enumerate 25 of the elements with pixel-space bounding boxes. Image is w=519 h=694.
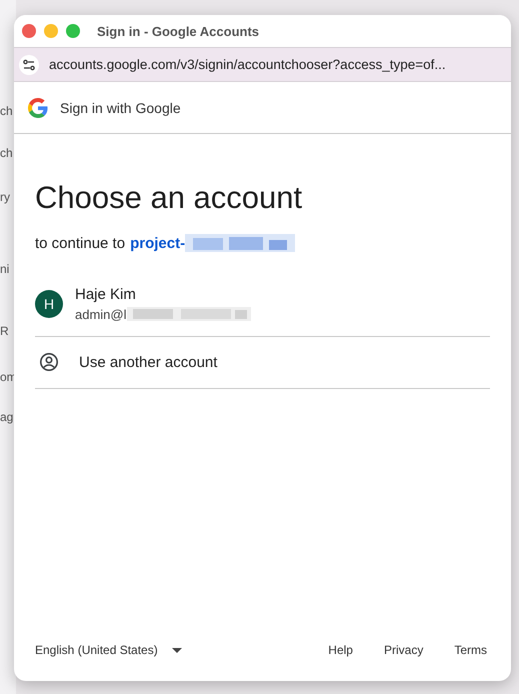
account-circle-icon [39,352,59,372]
caret-icon [172,648,182,652]
subtitle-text: to continue to [35,234,126,252]
background-text: ry [0,190,10,204]
footer-link[interactable]: Terms [454,643,487,657]
background-text: ni [0,262,10,276]
footer-link[interactable]: Privacy [384,643,424,657]
footer-link[interactable]: Help [328,643,353,657]
background-text: R [0,324,9,338]
url-text: accounts.google.com/v3/signin/accountchooser?access_type=of... [49,57,446,72]
background-text: ag [0,410,14,424]
avatar: H [35,290,63,318]
site-settings-icon[interactable] [19,54,39,74]
header-title: Sign in with Google [60,100,181,116]
window-title: Sign in - Google Accounts [97,24,260,38]
page-heading: Choose an account [35,180,304,216]
account-item[interactable]: H Haje Kim admin@l [35,286,490,337]
use-another-account-item[interactable]: Use another account [35,337,490,389]
background-text: ch [0,104,13,118]
language-dropdown[interactable]: English (United States) [35,643,182,657]
google-logo-icon [28,98,48,118]
project-link[interactable]: project- [130,234,186,252]
close-button[interactable] [22,24,36,38]
zoom-button[interactable] [66,24,80,38]
background-text: ch [0,146,13,160]
